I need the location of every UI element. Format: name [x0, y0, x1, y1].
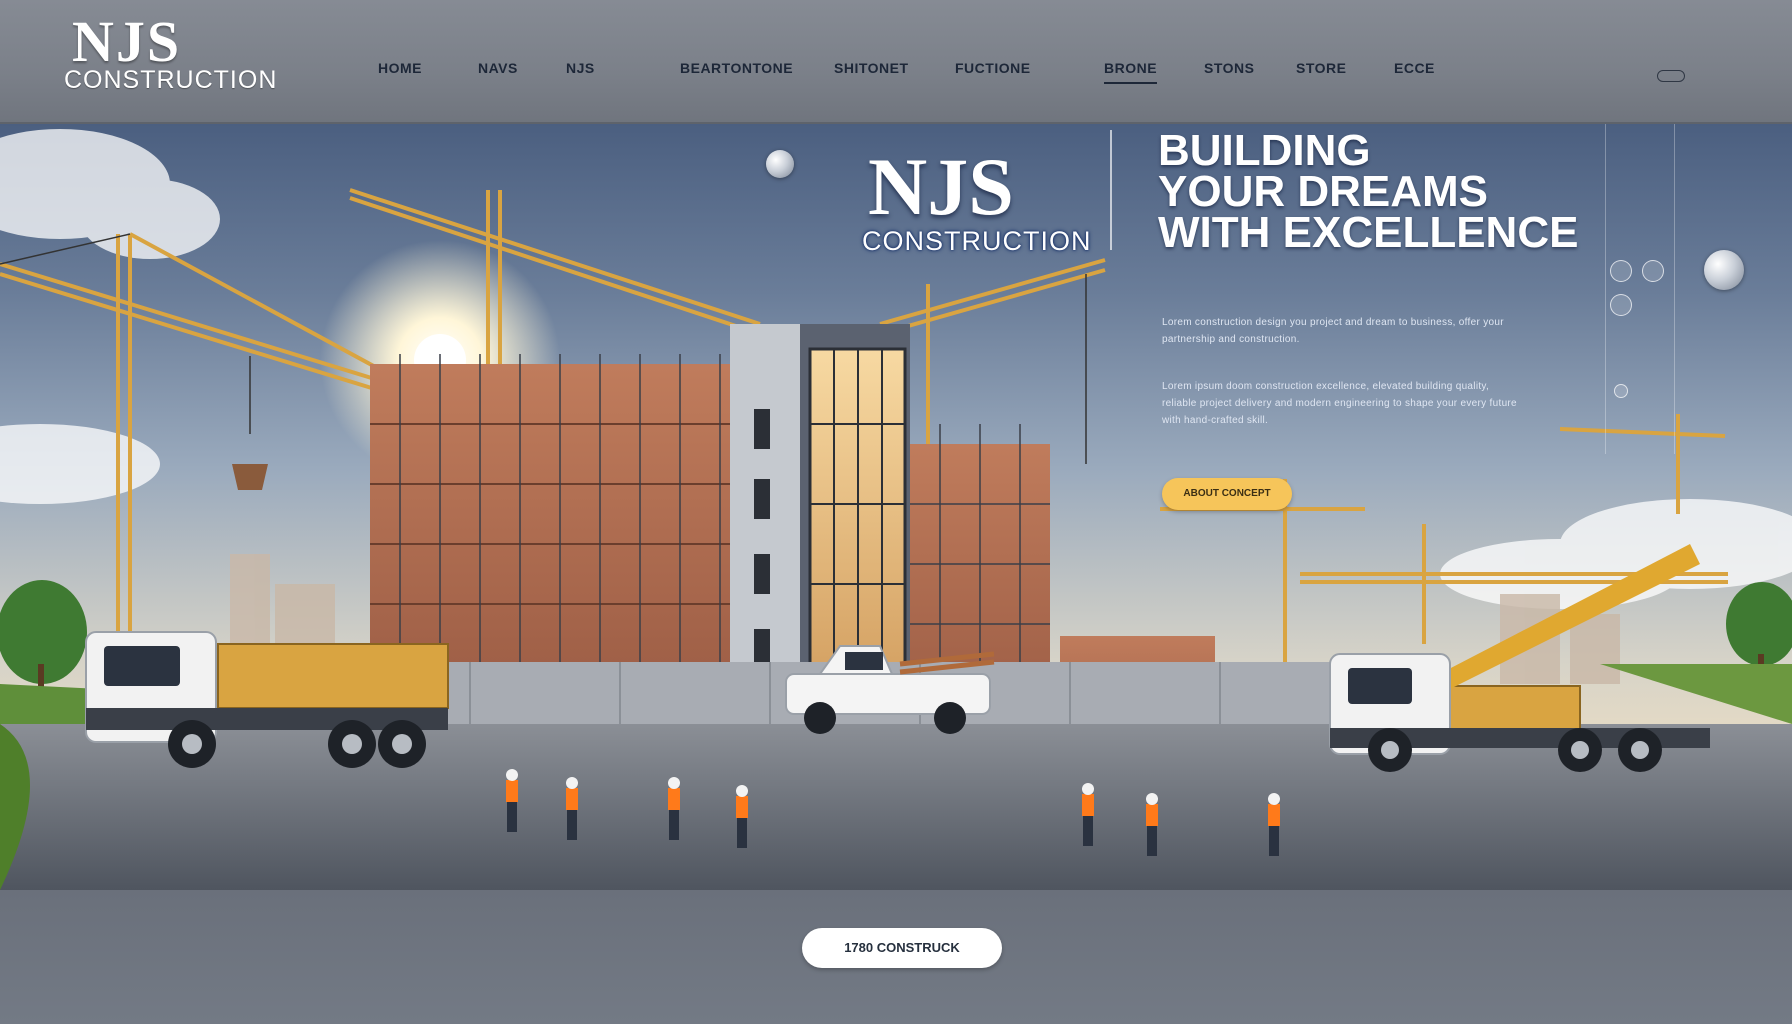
- nav-item-shitonet[interactable]: SHITONET: [834, 60, 909, 84]
- hero-logo-subtitle: CONSTRUCTION: [862, 226, 1092, 256]
- hero-intro-paragraph-1: Lorem construction design you project an…: [1162, 317, 1504, 345]
- nav-item-brone[interactable]: BRONE: [1104, 60, 1158, 84]
- hero-headline: BUILDING YOUR DREAMS WITH EXCELLENCE: [1158, 126, 1598, 257]
- main-nav: HOME NAVS NJS BEARTONTONE SHITONET FUCTI…: [0, 60, 1792, 88]
- side-social-panel: [1605, 124, 1675, 454]
- about-concept-button[interactable]: ABOUT CONCEPT: [1162, 478, 1292, 510]
- site-header: NJS CONSTRUCTION HOME NAVS NJS BEARTONTO…: [0, 0, 1792, 124]
- nav-item-beartontone[interactable]: BEARTONTONE: [680, 60, 793, 84]
- footer-pill-button[interactable]: 1780 CONSTRUCK: [802, 928, 1002, 968]
- headline-line-2: YOUR DREAMS: [1158, 167, 1489, 216]
- headline-line-3: WITH EXCELLENCE: [1158, 208, 1579, 257]
- nav-item-ecce[interactable]: ECCE: [1394, 60, 1435, 84]
- floating-orb: [1704, 250, 1744, 290]
- nav-item-fuctione[interactable]: FUCTIONE: [955, 60, 1031, 84]
- dot-icon[interactable]: [1614, 384, 1628, 398]
- footer-strip: 1780 CONSTRUCK: [0, 890, 1792, 1024]
- nav-item-stons[interactable]: STONS: [1204, 60, 1254, 84]
- circle-icon[interactable]: [1610, 260, 1632, 282]
- hero-logo-wordmark: NJS: [868, 141, 1014, 232]
- toggle-icon[interactable]: [1657, 70, 1685, 82]
- floating-orb: [766, 150, 794, 178]
- hero-banner: NJS CONSTRUCTION BUILDING YOUR DREAMS WI…: [0, 124, 1792, 890]
- headline-line-1: BUILDING: [1158, 126, 1371, 175]
- nav-item-njs[interactable]: NJS: [566, 60, 595, 84]
- nav-item-store[interactable]: STORE: [1296, 60, 1346, 84]
- nav-item-navs[interactable]: NAVS: [478, 60, 518, 84]
- hero-logo: NJS CONSTRUCTION: [860, 140, 1100, 256]
- chat-icon[interactable]: [1642, 260, 1664, 282]
- hero-divider: [1110, 130, 1112, 250]
- globe-icon[interactable]: [1610, 294, 1632, 316]
- nav-item-home[interactable]: HOME: [378, 60, 422, 84]
- hero-intro-paragraph-2: Lorem ipsum doom construction excellence…: [1162, 381, 1517, 426]
